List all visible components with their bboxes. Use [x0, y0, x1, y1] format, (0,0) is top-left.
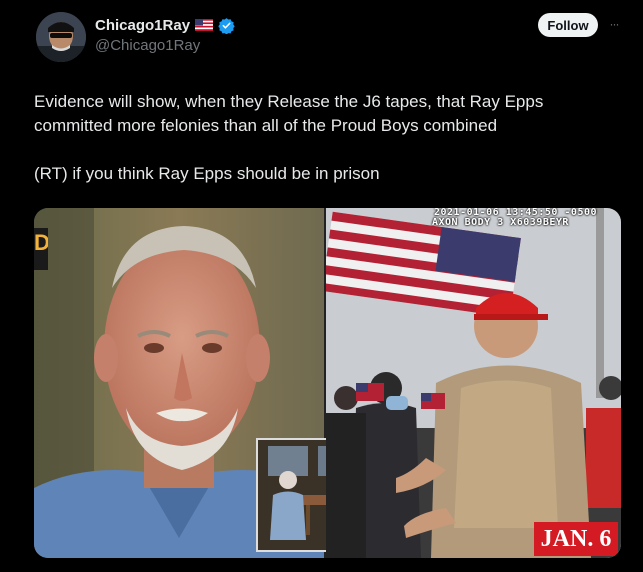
avatar-photo	[36, 12, 86, 62]
news-logo-letter: D	[34, 230, 48, 255]
media-photo-left[interactable]: D	[34, 208, 388, 558]
tweet-text: Evidence will show, when they Release th…	[34, 90, 614, 186]
bodycam-timestamp-line2: AXON BODY 3 X6039BEYR	[432, 217, 569, 228]
tweet-paragraph: Evidence will show, when they Release th…	[34, 92, 544, 135]
more-options-icon[interactable]: ···	[604, 14, 624, 34]
author-handle[interactable]: @Chicago1Ray	[95, 37, 200, 54]
avatar[interactable]	[36, 12, 86, 62]
media-photo-right[interactable]	[326, 208, 621, 558]
jan6-badge: JAN. 6	[534, 522, 618, 556]
verified-badge-icon[interactable]	[218, 17, 235, 34]
author-display-name[interactable]: Chicago1Ray	[95, 17, 190, 34]
bodycam-timestamp: 2021-01-06 13:45:50 -0500 AXON BODY 3 X6…	[432, 208, 621, 228]
us-flag-icon	[195, 19, 214, 31]
news-logo: D	[34, 228, 48, 270]
author-name-row: Chicago1Ray	[95, 15, 235, 35]
tweet-paragraph: (RT) if you think Ray Epps should be in …	[34, 164, 380, 183]
follow-button[interactable]: Follow	[538, 13, 598, 37]
tweet-media[interactable]: D 2021-01-06 13:45:50 -0500 AXON BODY 3 …	[34, 208, 621, 558]
